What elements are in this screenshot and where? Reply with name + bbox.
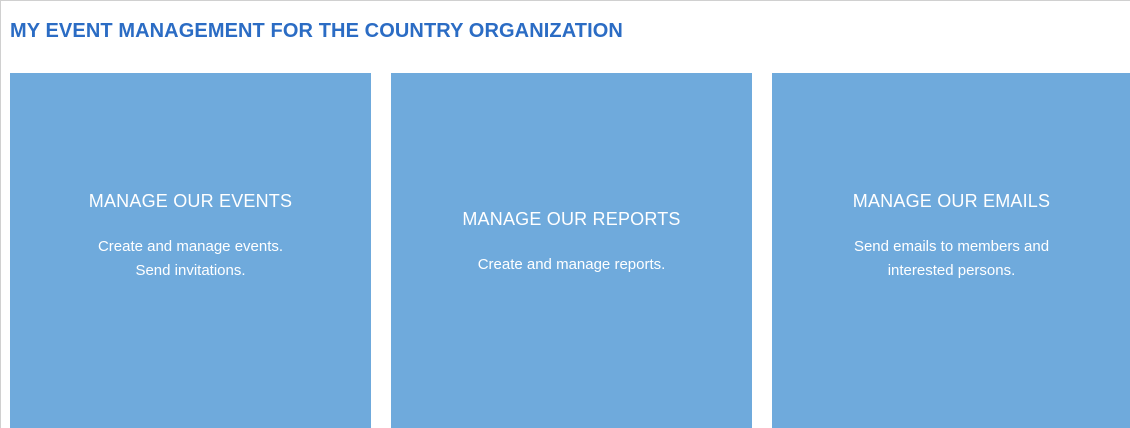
- tile-description-line: Create and manage events.: [97, 238, 284, 255]
- tile-title: MANAGE OUR EMAILS: [852, 191, 1051, 211]
- page-frame: MY EVENT MANAGEMENT FOR THE COUNTRY ORGA…: [0, 0, 1130, 428]
- tile-description-line: interested persons.: [887, 262, 1016, 279]
- manage-reports-tile[interactable]: MANAGE OUR REPORTS Create and manage rep…: [391, 73, 752, 428]
- tile-content: MANAGE OUR EMAILS Send emails to members…: [817, 191, 1087, 283]
- page-title: MY EVENT MANAGEMENT FOR THE COUNTRY ORGA…: [10, 20, 623, 42]
- tile-description: Send emails to members and interested pe…: [817, 235, 1087, 283]
- tile-description: Create and manage events. Send invitatio…: [56, 235, 326, 283]
- tile-description: Create and manage reports.: [437, 253, 707, 277]
- tile-content: MANAGE OUR REPORTS Create and manage rep…: [437, 209, 707, 277]
- tile-title: MANAGE OUR EVENTS: [88, 191, 293, 211]
- tile-description-line: Send invitations.: [135, 262, 246, 279]
- tile-content: MANAGE OUR EVENTS Create and manage even…: [56, 191, 326, 283]
- tile-description-line: Send emails to members and: [853, 238, 1050, 255]
- manage-events-tile[interactable]: MANAGE OUR EVENTS Create and manage even…: [10, 73, 371, 428]
- manage-emails-tile[interactable]: MANAGE OUR EMAILS Send emails to members…: [772, 73, 1130, 428]
- tile-title: MANAGE OUR REPORTS: [462, 209, 681, 229]
- tile-description-line: Create and manage reports.: [477, 256, 666, 273]
